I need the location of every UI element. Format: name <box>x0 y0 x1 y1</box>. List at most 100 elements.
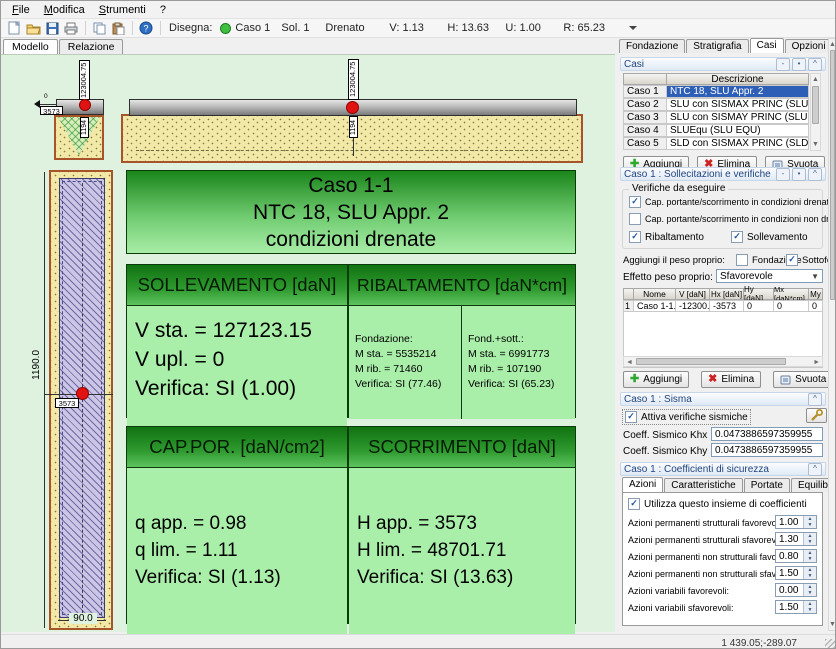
table-row[interactable]: Caso 1 NTC 18, SLU Appr. 2 <box>623 85 809 98</box>
tab-modello[interactable]: Modello <box>3 39 58 55</box>
scroll-right-icon[interactable]: ► <box>813 359 820 366</box>
row-header[interactable]: Caso 4 <box>623 124 667 137</box>
checkbox-icon[interactable]: ✓ <box>629 231 641 243</box>
group-pin-button[interactable]: • <box>792 58 806 71</box>
save-button[interactable] <box>43 20 61 36</box>
loads-clear-button[interactable]: Svuota <box>773 371 833 388</box>
spinner-arrows-icon[interactable]: ▲▼ <box>803 584 816 596</box>
toolbar-sol[interactable]: Sol. 1 <box>281 22 319 34</box>
grid-cell-hx[interactable]: -3573 <box>710 300 744 312</box>
checkbox-icon[interactable]: ✓ <box>629 196 641 208</box>
table-row[interactable]: Caso 4 SLUEqu (SLU EQU) <box>623 124 809 137</box>
scrollbar-thumb[interactable] <box>812 86 819 124</box>
coeff-value[interactable]: 1.00 <box>776 516 803 528</box>
coeff-value[interactable]: 1.30 <box>776 533 803 545</box>
row-header[interactable]: Caso 1 <box>623 85 667 98</box>
scrollbar-thumb[interactable] <box>636 358 786 365</box>
spinner-arrows-icon[interactable]: ▲▼ <box>803 533 816 545</box>
khx-input[interactable] <box>711 427 823 441</box>
chk-non-drenate[interactable]: Cap. portante/scorrimento in condizioni … <box>629 213 836 225</box>
checkbox-icon[interactable] <box>736 254 748 266</box>
grid-cell-mx[interactable]: 0 <box>774 300 809 312</box>
coeff-spinner[interactable]: 1.50▲▼ <box>775 566 817 580</box>
open-file-button[interactable] <box>24 20 42 36</box>
row-header[interactable]: Caso 3 <box>623 111 667 124</box>
checkbox-icon[interactable]: ✓ <box>731 231 743 243</box>
coeff-spinner[interactable]: 0.00▲▼ <box>775 583 817 597</box>
menu-strumenti[interactable]: Strumenti <box>92 3 153 17</box>
khy-input[interactable] <box>711 443 823 457</box>
row-desc[interactable]: NTC 18, SLU Appr. 2 <box>667 85 809 98</box>
row-desc[interactable]: SLUEqu (SLU EQU) <box>667 124 809 137</box>
chk-drenate[interactable]: ✓ Cap. portante/scorrimento in condizion… <box>629 196 834 208</box>
tab-casi[interactable]: Casi <box>750 38 784 53</box>
chk-attiva-sismiche[interactable]: ✓ Attiva verifiche sismiche <box>623 410 750 424</box>
grid-cell-v[interactable]: -12300... <box>676 300 710 312</box>
checkbox-icon[interactable]: ✓ <box>628 498 640 510</box>
group-minus-button[interactable]: - <box>776 58 790 71</box>
row-header[interactable]: Caso 2 <box>623 98 667 111</box>
coeff-value[interactable]: 1.50 <box>776 601 803 613</box>
help-button[interactable]: ? <box>137 20 155 36</box>
copy-button[interactable] <box>90 20 108 36</box>
effetto-select[interactable]: Sfavorevole ▼ <box>716 269 823 283</box>
menu-file[interactable]: File <box>5 3 37 17</box>
chk-utilizza[interactable]: ✓ Utilizza questo insieme di coefficient… <box>628 498 807 510</box>
coeff-spinner[interactable]: 1.00▲▼ <box>775 515 817 529</box>
scroll-down-icon[interactable]: ▼ <box>811 141 820 148</box>
collapse-chevron-icon[interactable]: ^ <box>808 58 822 71</box>
scrollbar-thumb[interactable] <box>830 50 835 300</box>
menu-help[interactable]: ? <box>153 3 173 17</box>
grid-cell-hy[interactable]: 0 <box>744 300 774 312</box>
coeff-value[interactable]: 0.00 <box>776 584 803 596</box>
chk-ribaltamento[interactable]: ✓ Ribaltamento <box>629 231 704 243</box>
sisma-settings-button[interactable] <box>806 408 827 423</box>
row-header[interactable]: Caso 5 <box>623 137 667 150</box>
table-row[interactable]: Caso 3 SLU con SISMAY PRINC (SLU Appr... <box>623 111 809 124</box>
spinner-arrows-icon[interactable]: ▲▼ <box>803 567 816 579</box>
paste-button[interactable] <box>109 20 127 36</box>
print-button[interactable] <box>62 20 80 36</box>
collapse-chevron-icon[interactable]: ^ <box>808 393 822 406</box>
casi-table-scrollbar[interactable]: ▲ ▼ <box>810 73 821 151</box>
coeff-spinner[interactable]: 0.80▲▼ <box>775 549 817 563</box>
group-minus-button[interactable]: - <box>776 168 790 181</box>
grid-hscrollbar[interactable]: ◄ ► <box>623 356 823 367</box>
grid-cell-my[interactable]: 0 <box>809 300 823 312</box>
tab-relazione[interactable]: Relazione <box>59 39 124 54</box>
tab-caratteristiche[interactable]: Caratteristiche <box>664 478 742 492</box>
loads-add-button[interactable]: ✚Aggiungi <box>623 371 689 388</box>
tab-fondazione[interactable]: Fondazione <box>619 39 685 53</box>
resize-grip[interactable] <box>825 639 835 649</box>
row-desc[interactable]: SLU con SISMAX PRINC (SLU Appr... <box>667 98 809 111</box>
toolbar-drenato[interactable]: Drenato <box>325 22 383 34</box>
coeff-spinner[interactable]: 1.50▲▼ <box>775 600 817 614</box>
group-pin-button[interactable]: • <box>792 168 806 181</box>
spinner-arrows-icon[interactable]: ▲▼ <box>803 550 816 562</box>
table-row[interactable]: Caso 5 SLD con SISMAX PRINC (SLD) <box>623 137 809 150</box>
new-file-button[interactable] <box>5 20 23 36</box>
panel-scrollbar[interactable]: ▲ ▼ <box>828 38 836 631</box>
table-row[interactable]: Caso 2 SLU con SISMAX PRINC (SLU Appr... <box>623 98 809 111</box>
drawing-canvas[interactable]: 123004.75 1194 0 3573 123004.75 1194 119… <box>1 54 615 632</box>
tab-azioni[interactable]: Azioni <box>622 477 663 492</box>
tab-stratigrafia[interactable]: Stratigrafia <box>686 39 748 53</box>
row-desc[interactable]: SLU con SISMAY PRINC (SLU Appr... <box>667 111 809 124</box>
collapse-chevron-icon[interactable]: ^ <box>808 168 822 181</box>
coeff-spinner[interactable]: 1.30▲▼ <box>775 532 817 546</box>
spinner-arrows-icon[interactable]: ▲▼ <box>803 601 816 613</box>
loads-delete-button[interactable]: ✖Elimina <box>701 371 761 388</box>
scroll-up-icon[interactable]: ▲ <box>811 74 820 83</box>
spinner-arrows-icon[interactable]: ▲▼ <box>803 516 816 528</box>
scroll-up-icon[interactable]: ▲ <box>829 39 836 48</box>
chk-sollevamento[interactable]: ✓ Sollevamento <box>731 231 808 243</box>
menu-modifica[interactable]: Modifica <box>37 3 92 17</box>
scroll-down-icon[interactable]: ▼ <box>829 621 836 628</box>
collapse-chevron-icon[interactable]: ^ <box>808 463 822 476</box>
checkbox-icon[interactable]: ✓ <box>786 254 798 266</box>
coeff-value[interactable]: 1.50 <box>776 567 803 579</box>
grid-row[interactable]: 1 Caso 1-1... -12300... -3573 0 0 0 <box>623 300 823 312</box>
chevron-down-icon[interactable] <box>629 26 637 30</box>
grid-cell-nome[interactable]: Caso 1-1... <box>634 300 676 312</box>
scroll-left-icon[interactable]: ◄ <box>626 359 633 366</box>
